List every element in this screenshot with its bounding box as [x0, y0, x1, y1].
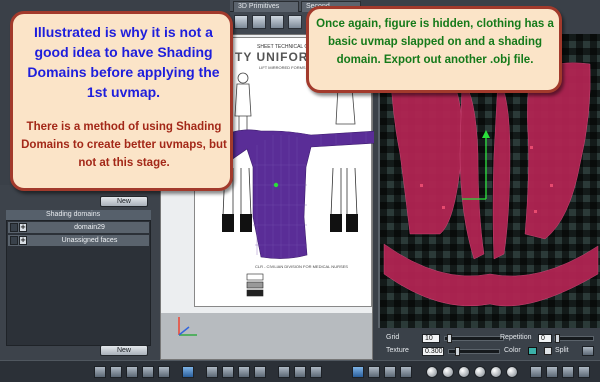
zoom-tool-icon[interactable] — [294, 366, 306, 378]
view-icon[interactable] — [126, 366, 138, 378]
grid-slider[interactable] — [444, 334, 504, 343]
axis-gizmo — [178, 317, 197, 336]
repetition-label: Repetition — [500, 334, 532, 341]
uv-rotate-icon[interactable] — [368, 366, 380, 378]
center-handle — [273, 182, 279, 188]
bottom-toolbar — [0, 360, 600, 382]
texture-slider[interactable] — [448, 347, 500, 356]
new-button-bottom[interactable]: New — [100, 345, 148, 356]
uv-controls: Grid 10 Repetition 0 Texture 0.300 Color… — [378, 330, 600, 360]
color-swatch[interactable] — [528, 347, 537, 355]
app-window: 3D Primitives Second New Shading domains… — [0, 0, 600, 382]
callout-right-body: Once again, figure is hidden, clothing h… — [316, 18, 554, 66]
orbit-tool-icon[interactable] — [310, 366, 322, 378]
domain-label: domain29 — [74, 224, 105, 231]
layout-icon[interactable] — [182, 366, 194, 378]
sphere-icon[interactable] — [442, 366, 454, 378]
move-tool-icon[interactable] — [206, 366, 218, 378]
cube-icon[interactable] — [234, 15, 248, 29]
eye-icon[interactable] — [10, 236, 18, 245]
select-tool-icon[interactable] — [254, 366, 266, 378]
grid-label: Grid — [386, 334, 400, 341]
list-item[interactable]: + domain29 — [8, 222, 149, 234]
texture-input[interactable]: 0.300 — [422, 347, 444, 356]
plus-icon[interactable]: + — [19, 223, 27, 232]
repetition-slider[interactable] — [554, 334, 594, 343]
rotate-tool-icon[interactable] — [222, 366, 234, 378]
eye-icon[interactable] — [10, 223, 18, 232]
render-icon[interactable] — [578, 366, 590, 378]
new-button-top[interactable]: New — [100, 196, 148, 207]
scale-tool-icon[interactable] — [238, 366, 250, 378]
render-icon[interactable] — [562, 366, 574, 378]
plus-icon[interactable]: + — [19, 236, 27, 245]
shading-domains-header: Shading domains — [6, 210, 151, 220]
render-icon[interactable] — [546, 366, 558, 378]
split-label: Split — [555, 347, 569, 354]
view-icon[interactable] — [94, 366, 106, 378]
callout-left-title: Illustrated is why it is not a good idea… — [27, 24, 220, 100]
callout-left: Illustrated is why it is not a good idea… — [10, 11, 233, 191]
repetition-input[interactable]: 0 — [538, 334, 552, 343]
view-icon[interactable] — [142, 366, 154, 378]
tab-3d-primitives[interactable]: 3D Primitives — [233, 1, 299, 12]
cube-icon[interactable] — [252, 15, 266, 29]
callout-left-body: There is a method of using Shading Domai… — [21, 121, 227, 169]
sphere-icon[interactable] — [458, 366, 470, 378]
split-checkbox[interactable] — [544, 347, 552, 355]
sphere-icon[interactable] — [426, 366, 438, 378]
grid-input[interactable]: 10 — [422, 334, 440, 343]
texture-label: Texture — [386, 347, 409, 354]
render-icon[interactable] — [530, 366, 542, 378]
cube-icon[interactable] — [288, 15, 302, 29]
view-icon[interactable] — [158, 366, 170, 378]
pan-tool-icon[interactable] — [278, 366, 290, 378]
grid-slider-knob[interactable] — [447, 334, 452, 343]
shading-domains-list: + domain29 + Unassigned faces — [6, 220, 151, 346]
color-label: Color — [504, 347, 521, 354]
uv-select-icon[interactable] — [400, 366, 412, 378]
callout-right: Once again, figure is hidden, clothing h… — [306, 6, 562, 93]
texture-slider-knob[interactable] — [455, 347, 460, 356]
camera-icon[interactable] — [582, 346, 594, 356]
repetition-slider-knob[interactable] — [555, 334, 560, 343]
sphere-icon[interactable] — [474, 366, 486, 378]
list-item[interactable]: + Unassigned faces — [8, 235, 149, 247]
sphere-icon[interactable] — [490, 366, 502, 378]
sphere-icon[interactable] — [506, 366, 518, 378]
view-icon[interactable] — [110, 366, 122, 378]
cube-icon[interactable] — [270, 15, 284, 29]
uv-scale-icon[interactable] — [384, 366, 396, 378]
uv-move-icon[interactable] — [352, 366, 364, 378]
domain-label: Unassigned faces — [61, 237, 118, 244]
